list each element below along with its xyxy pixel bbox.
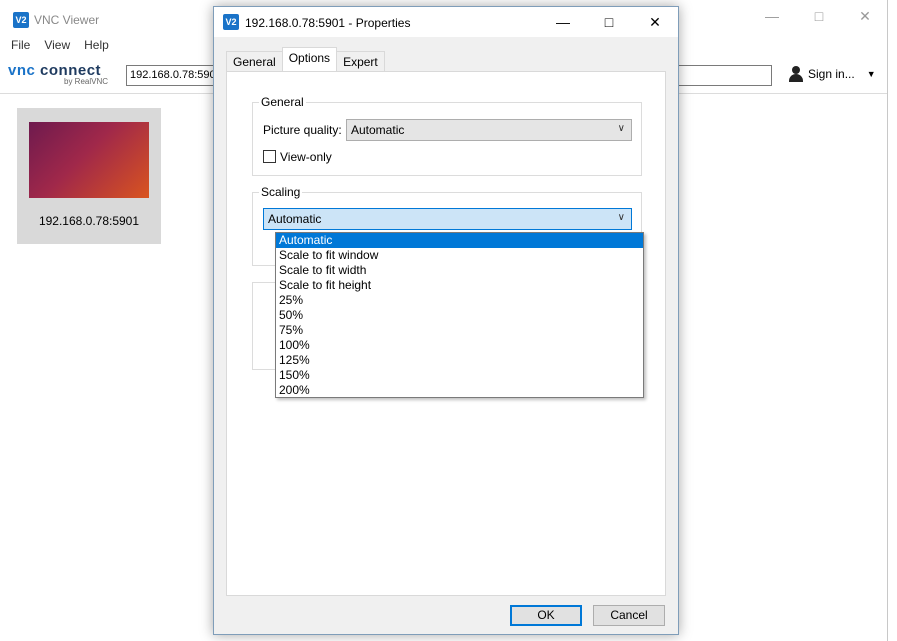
menu-bar: File View Help	[0, 38, 115, 56]
maximize-icon[interactable]: □	[586, 7, 632, 37]
sign-in-label: Sign in...	[808, 67, 855, 81]
view-only-checkbox[interactable]	[263, 150, 276, 163]
view-only-label: View-only	[280, 150, 332, 164]
desktop-preview-image	[29, 122, 149, 198]
sign-in-button[interactable]: Sign in... ▼	[788, 66, 876, 82]
scaling-dropdown-list: Automatic Scale to fit window Scale to f…	[275, 232, 644, 398]
tab-options[interactable]: Options	[281, 47, 338, 71]
ok-button[interactable]: OK	[510, 605, 582, 626]
general-group: General Picture quality: Automatic ∨ Vie…	[252, 95, 642, 176]
address-input[interactable]: 192.168.0.78:5901	[126, 65, 226, 86]
properties-dialog: V2 192.168.0.78:5901 - Properties — □ ✕ …	[213, 6, 679, 635]
menu-view[interactable]: View	[36, 38, 76, 56]
tab-general[interactable]: General	[226, 51, 283, 71]
scaling-option-25[interactable]: 25%	[276, 293, 643, 308]
chevron-down-icon: ∨	[617, 212, 625, 223]
maximize-icon[interactable]: □	[796, 0, 842, 32]
scaling-group-title: Scaling	[259, 185, 303, 199]
close-icon[interactable]: ✕	[842, 0, 888, 32]
vnc-app-icon: V2	[13, 12, 29, 28]
scaling-option-50[interactable]: 50%	[276, 308, 643, 323]
minimize-icon[interactable]: —	[540, 7, 586, 37]
main-window-title: VNC Viewer	[34, 13, 100, 27]
scaling-select[interactable]: Automatic ∨	[263, 208, 632, 230]
general-group-title: General	[259, 95, 306, 109]
minimize-icon[interactable]: —	[749, 0, 795, 32]
chevron-down-icon: ∨	[617, 123, 625, 134]
scaling-option-fit-height[interactable]: Scale to fit height	[276, 278, 643, 293]
picture-quality-select[interactable]: Automatic ∨	[346, 119, 632, 141]
menu-help[interactable]: Help	[76, 38, 115, 56]
close-icon[interactable]: ✕	[632, 7, 678, 37]
scaling-option-150[interactable]: 150%	[276, 368, 643, 383]
scaling-option-100[interactable]: 100%	[276, 338, 643, 353]
tab-strip: General Options Expert	[226, 47, 385, 71]
connection-thumbnail[interactable]: 192.168.0.78:5901	[17, 108, 161, 244]
dialog-title: 192.168.0.78:5901 - Properties	[245, 16, 411, 30]
scaling-option-automatic[interactable]: Automatic	[276, 233, 643, 248]
address-input-tail[interactable]	[678, 65, 772, 86]
vnc-app-icon: V2	[223, 14, 239, 30]
user-icon	[788, 66, 804, 82]
scaling-option-fit-width[interactable]: Scale to fit width	[276, 263, 643, 278]
scaling-option-75[interactable]: 75%	[276, 323, 643, 338]
picture-quality-label: Picture quality:	[263, 123, 342, 137]
scaling-option-125[interactable]: 125%	[276, 353, 643, 368]
scaling-option-200[interactable]: 200%	[276, 383, 643, 398]
scaling-option-fit-window[interactable]: Scale to fit window	[276, 248, 643, 263]
cancel-button[interactable]: Cancel	[593, 605, 665, 626]
chevron-down-icon: ▼	[866, 69, 876, 79]
options-panel: General Picture quality: Automatic ∨ Vie…	[226, 71, 666, 596]
menu-file[interactable]: File	[0, 38, 36, 56]
connection-label: 192.168.0.78:5901	[38, 214, 140, 228]
vnc-connect-logo: vnc connect by RealVNC	[8, 62, 109, 86]
dialog-titlebar: V2 192.168.0.78:5901 - Properties — □ ✕	[214, 7, 678, 37]
tab-expert[interactable]: Expert	[336, 51, 385, 71]
